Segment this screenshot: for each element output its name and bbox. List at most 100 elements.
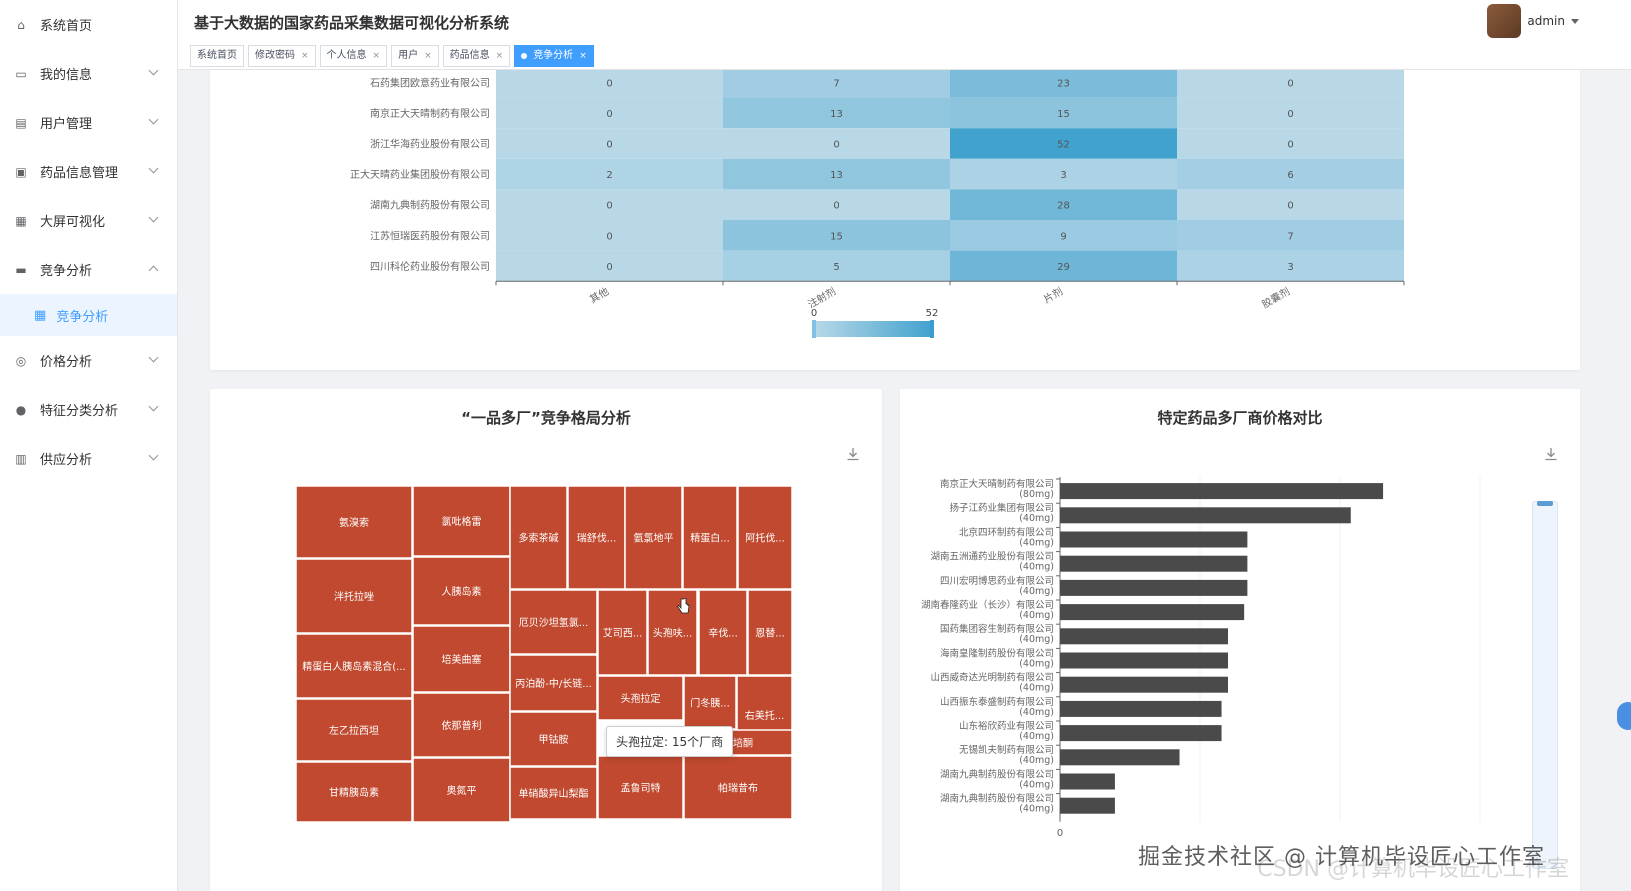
treemap-cell-label: 精蛋白人胰岛素混合(... bbox=[302, 660, 405, 673]
bar[interactable] bbox=[1060, 749, 1180, 766]
sidebar-item-label: 用户管理 bbox=[40, 117, 93, 132]
heatmap-cell-value: 15 bbox=[830, 231, 843, 242]
heatmap-cell-value: 0 bbox=[606, 140, 612, 151]
visualmap-handle-max[interactable] bbox=[930, 320, 934, 338]
bar[interactable] bbox=[1060, 531, 1248, 548]
bar-chart-card: 特定药品多厂商价格对比 南京正大天晴制药有限公司 (80mg) 扬子江药业集团有限公… bbox=[900, 389, 1580, 891]
bar[interactable] bbox=[1060, 628, 1228, 645]
bar-category-spec: (80mg) bbox=[1019, 489, 1054, 500]
treemap-cell-label: 门冬胰... bbox=[690, 697, 730, 710]
datazoom-handle-top[interactable] bbox=[1537, 501, 1553, 506]
caret-down-icon[interactable] bbox=[1571, 18, 1579, 24]
bar[interactable] bbox=[1060, 652, 1228, 669]
close-icon[interactable]: × bbox=[424, 46, 432, 66]
heatmap-cell-value: 0 bbox=[1287, 109, 1293, 120]
treemap-cell-label: 头孢拉定 bbox=[621, 692, 661, 705]
heatmap-cell-value: 0 bbox=[606, 262, 612, 273]
grid-icon: ▦ bbox=[15, 213, 27, 228]
sidebar: ⌂ 系统首页 ▭ 我的信息 ▤ 用户管理 ▣ 药品信息管理 ▦ 大屏可视化 ▬ 竞争分析 ▦ 竞争分析 ◎ 价… bbox=[0, 0, 178, 891]
bar[interactable] bbox=[1060, 483, 1384, 500]
chevron-down-icon[interactable] bbox=[148, 401, 159, 412]
treemap-cell-label: 泮托拉唑 bbox=[334, 590, 374, 603]
close-icon[interactable]: × bbox=[496, 46, 504, 66]
tab-5[interactable]: 竞争分析 × bbox=[514, 45, 594, 67]
heatmap-cell-value: 0 bbox=[1287, 140, 1293, 151]
chevron-down-icon[interactable] bbox=[148, 65, 159, 76]
visualmap-handle-min[interactable] bbox=[812, 320, 816, 338]
bar[interactable] bbox=[1060, 773, 1115, 790]
treemap-cell-label: 氨溴索 bbox=[339, 516, 369, 529]
chevron-down-icon[interactable] bbox=[148, 212, 159, 223]
treemap-cell-label: 左乙拉西坦 bbox=[329, 724, 379, 737]
heatmap-chart: 石药集团欧意药业有限公司 0 7 23 0南京正大天晴制药有限公司 0 13 15 0浙江华海药… bbox=[350, 70, 1405, 338]
sidebar-item-7[interactable]: ● 特征分类分析 bbox=[0, 385, 177, 434]
treemap-cell-label: 帕瑞昔布 bbox=[718, 782, 758, 795]
bar[interactable] bbox=[1060, 604, 1245, 621]
username[interactable]: admin bbox=[1527, 14, 1565, 28]
heatmap-cell-value: 29 bbox=[1057, 262, 1070, 273]
heatmap-row-label: 四川科伦药业股份有限公司 bbox=[370, 260, 490, 273]
bar-chart: 南京正大天晴制药有限公司(80mg)扬子江药业集团有限公司(40mg)北京四环制… bbox=[921, 477, 1481, 839]
sidebar-subitem-label: 竞争分析 bbox=[56, 309, 109, 325]
heatmap-col-label: 注射剂 bbox=[806, 285, 838, 311]
chevron-up-icon[interactable] bbox=[148, 265, 159, 276]
bar[interactable] bbox=[1060, 700, 1222, 717]
sidebar-item-2[interactable]: ▤ 用户管理 bbox=[0, 98, 177, 147]
chevron-down-icon[interactable] bbox=[148, 163, 159, 174]
bar-x-tick-label: 0 bbox=[1057, 828, 1063, 839]
close-icon[interactable]: × bbox=[579, 46, 587, 66]
tab-label: 系统首页 bbox=[197, 50, 237, 61]
heatmap-cell-value: 0 bbox=[1287, 201, 1293, 212]
sidebar-subitem-competition[interactable]: ▦ 竞争分析 bbox=[0, 294, 177, 336]
close-icon[interactable]: × bbox=[373, 46, 381, 66]
treemap-cell-label: 丙泊酚-中/长链... bbox=[515, 677, 592, 690]
treemap-cell-label: 孟鲁司特 bbox=[621, 782, 661, 795]
tab-4[interactable]: 药品信息 × bbox=[442, 45, 511, 67]
sidebar-item-3[interactable]: ▣ 药品信息管理 bbox=[0, 147, 177, 196]
tab-2[interactable]: 个人信息 × bbox=[319, 45, 388, 67]
tab-1[interactable]: 修改密码 × bbox=[248, 45, 316, 67]
floating-action-button[interactable] bbox=[1617, 702, 1631, 730]
bar-category-spec: (40mg) bbox=[1019, 755, 1054, 766]
heatmap-cell-value: 2 bbox=[606, 170, 612, 181]
heatmap-row-label: 南京正大天晴制药有限公司 bbox=[370, 107, 490, 120]
bar-category-spec: (40mg) bbox=[1019, 658, 1054, 669]
heatmap-cell-value: 23 bbox=[1057, 78, 1070, 89]
heatmap-cell-value: 7 bbox=[833, 78, 839, 89]
tab-0[interactable]: 系统首页 bbox=[190, 45, 244, 67]
tags-view: 系统首页 修改密码 × 个人信息 × 用户 × 药品信息 × 竞争分析 × bbox=[190, 45, 594, 67]
heatmap-cell-value: 0 bbox=[606, 201, 612, 212]
sidebar-item-5[interactable]: ▬ 竞争分析 bbox=[0, 245, 177, 294]
bar[interactable] bbox=[1060, 507, 1351, 524]
bar[interactable] bbox=[1060, 555, 1248, 572]
heatmap-cell-value: 3 bbox=[1060, 170, 1066, 181]
chevron-down-icon[interactable] bbox=[148, 114, 159, 125]
chevron-down-icon[interactable] bbox=[148, 352, 159, 363]
treemap-cell-label: 恩替... bbox=[755, 627, 785, 640]
sidebar-item-1[interactable]: ▭ 我的信息 bbox=[0, 49, 177, 98]
avatar[interactable] bbox=[1487, 4, 1522, 38]
chevron-down-icon[interactable] bbox=[148, 450, 159, 461]
bar-category-spec: (40mg) bbox=[1019, 779, 1054, 790]
treemap-cell-label: 单硝酸异山梨酯 bbox=[519, 787, 589, 800]
tab-3[interactable]: 用户 × bbox=[391, 45, 439, 67]
sidebar-item-6[interactable]: ◎ 价格分析 bbox=[0, 336, 177, 385]
sidebar-item-0[interactable]: ⌂ 系统首页 bbox=[0, 0, 177, 49]
bar[interactable] bbox=[1060, 797, 1115, 814]
bar-category-spec: (40mg) bbox=[1019, 804, 1054, 815]
visualmap-slider[interactable] bbox=[814, 321, 932, 337]
bar[interactable] bbox=[1060, 676, 1228, 693]
bar[interactable] bbox=[1060, 579, 1248, 596]
bar[interactable] bbox=[1060, 725, 1222, 742]
user-menu[interactable]: admin bbox=[1487, 4, 1579, 38]
sidebar-item-4[interactable]: ▦ 大屏可视化 bbox=[0, 196, 177, 245]
treemap-cell-label: 艾司西... bbox=[603, 628, 643, 640]
close-icon[interactable]: × bbox=[301, 46, 309, 66]
vertical-datazoom-slider[interactable] bbox=[1532, 501, 1558, 869]
bar-category-spec: (40mg) bbox=[1019, 610, 1054, 621]
sidebar-item-8[interactable]: ▥ 供应分析 bbox=[0, 434, 177, 483]
sidebar-item-label: 特征分类分析 bbox=[40, 404, 119, 419]
heatmap-cell-value: 5 bbox=[833, 262, 839, 273]
treemap-cell-label: 甘精胰岛素 bbox=[329, 786, 379, 799]
heatmap-col-label: 其他 bbox=[587, 285, 611, 306]
